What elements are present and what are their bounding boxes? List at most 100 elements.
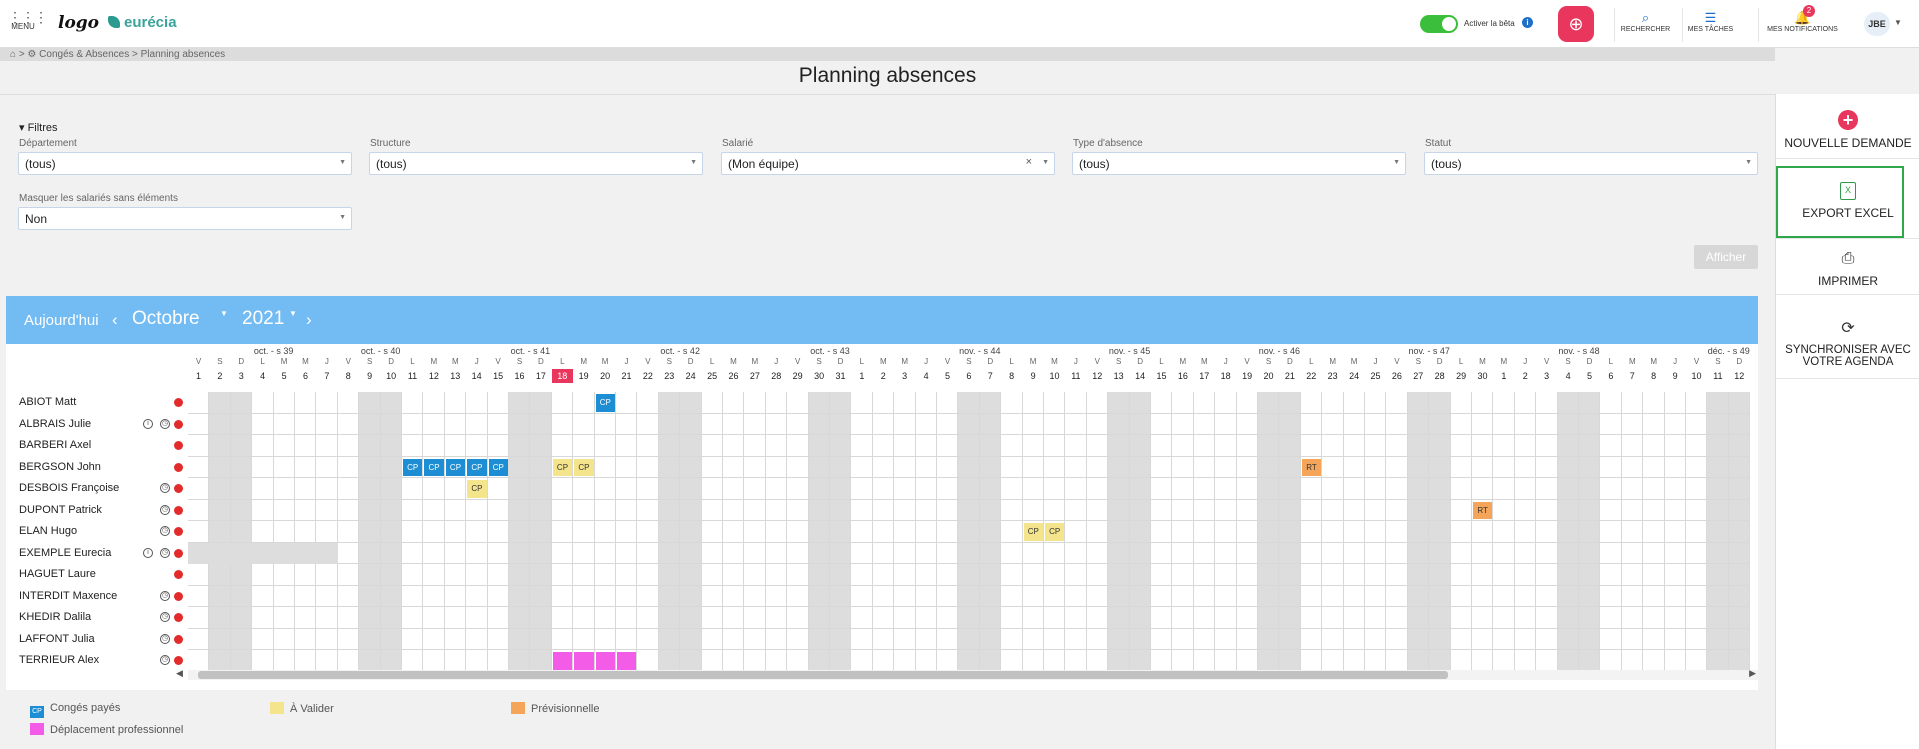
day-cell[interactable] — [1365, 564, 1387, 586]
day-cell[interactable] — [1108, 607, 1130, 629]
day-cell[interactable] — [1429, 521, 1451, 543]
day-cell[interactable] — [723, 564, 745, 586]
day-cell[interactable] — [273, 628, 295, 650]
employee-name[interactable]: BARBERI Axel — [19, 439, 91, 451]
day-cell[interactable] — [765, 413, 788, 435]
day-cell[interactable] — [851, 478, 873, 500]
day-cell[interactable] — [295, 478, 317, 500]
day-cell[interactable] — [1044, 499, 1066, 521]
day-cell[interactable] — [1172, 564, 1194, 586]
day-cell[interactable] — [1279, 478, 1301, 500]
day-cell[interactable] — [1365, 392, 1387, 414]
day-cell[interactable] — [573, 499, 595, 521]
day-cell[interactable] — [1258, 607, 1280, 629]
day-cell[interactable] — [230, 607, 253, 629]
day-cell[interactable] — [1172, 413, 1194, 435]
day-cell[interactable] — [680, 392, 702, 414]
day-cell[interactable] — [1300, 499, 1323, 521]
day-cell[interactable] — [209, 499, 231, 521]
day-cell[interactable] — [958, 435, 980, 457]
day-cell[interactable] — [573, 435, 595, 457]
day-cell[interactable] — [380, 628, 402, 650]
day-cell[interactable] — [1086, 413, 1109, 435]
day-cell[interactable] — [1300, 607, 1323, 629]
day-cell[interactable] — [1258, 392, 1280, 414]
day-cell[interactable] — [337, 564, 360, 586]
day-cell[interactable] — [787, 392, 809, 414]
day-cell[interactable] — [380, 564, 402, 586]
day-cell[interactable] — [487, 585, 509, 607]
day-cell[interactable] — [1728, 628, 1751, 650]
employee-name[interactable]: TERRIEUR Alex — [19, 654, 99, 666]
day-cell[interactable] — [1429, 456, 1451, 478]
day-cell[interactable] — [1129, 478, 1151, 500]
day-cell[interactable] — [1707, 585, 1729, 607]
absence-cp[interactable]: CP — [445, 458, 466, 476]
day-cell[interactable] — [1514, 413, 1537, 435]
day-cell[interactable] — [252, 650, 274, 672]
day-cell[interactable] — [787, 435, 809, 457]
day-cell[interactable] — [1514, 585, 1537, 607]
day-cell[interactable] — [658, 607, 681, 629]
day-cell[interactable] — [316, 564, 338, 586]
day-cell[interactable] — [1086, 650, 1109, 672]
day-cell[interactable] — [252, 392, 274, 414]
day-cell[interactable] — [915, 521, 937, 543]
day-cell[interactable] — [1322, 650, 1344, 672]
day-cell[interactable] — [466, 585, 488, 607]
day-cell[interactable] — [1600, 435, 1622, 457]
day-cell[interactable] — [680, 585, 702, 607]
day-cell[interactable] — [1707, 435, 1729, 457]
day-cell[interactable] — [637, 564, 659, 586]
day-cell[interactable] — [1236, 392, 1258, 414]
day-cell[interactable] — [979, 521, 1002, 543]
day-cell[interactable] — [680, 413, 702, 435]
day-cell[interactable] — [1472, 628, 1494, 650]
day-cell[interactable] — [188, 650, 210, 672]
day-cell[interactable] — [1172, 542, 1194, 564]
day-cell[interactable] — [1643, 521, 1665, 543]
day-cell[interactable] — [1001, 585, 1023, 607]
scroll-right-icon[interactable]: ▶ — [1749, 668, 1756, 679]
day-cell[interactable] — [1664, 650, 1686, 672]
day-cell[interactable] — [1386, 435, 1408, 457]
day-cell[interactable] — [765, 478, 788, 500]
info-icon[interactable]: i — [143, 547, 153, 558]
clock-icon[interactable]: ◷ — [160, 590, 170, 601]
day-cell[interactable] — [1108, 564, 1130, 586]
day-cell[interactable] — [573, 628, 595, 650]
day-cell[interactable] — [209, 435, 231, 457]
day-cell[interactable] — [1151, 521, 1173, 543]
day-cell[interactable] — [1472, 585, 1494, 607]
day-cell[interactable] — [1429, 585, 1451, 607]
day-cell[interactable] — [1044, 650, 1066, 672]
day-cell[interactable] — [273, 607, 295, 629]
day-cell[interactable] — [1108, 413, 1130, 435]
scroll-thumb[interactable] — [198, 671, 1448, 679]
day-cell[interactable] — [1044, 542, 1066, 564]
day-cell[interactable] — [1044, 413, 1066, 435]
day-cell[interactable] — [1621, 392, 1644, 414]
day-cell[interactable] — [1151, 542, 1173, 564]
absence-cp[interactable]: CP — [595, 394, 615, 412]
day-cell[interactable] — [851, 413, 873, 435]
day-cell[interactable] — [273, 435, 295, 457]
day-cell[interactable] — [1001, 542, 1023, 564]
day-cell[interactable] — [979, 413, 1002, 435]
day-cell[interactable] — [1450, 607, 1472, 629]
day-cell[interactable] — [808, 585, 830, 607]
day-cell[interactable] — [937, 650, 959, 672]
day-cell[interactable] — [637, 499, 659, 521]
day-cell[interactable] — [915, 628, 937, 650]
day-cell[interactable] — [551, 478, 574, 500]
day-cell[interactable] — [1493, 650, 1515, 672]
day-cell[interactable] — [1129, 521, 1151, 543]
day-cell[interactable] — [1728, 478, 1751, 500]
day-cell[interactable] — [487, 650, 509, 672]
day-cell[interactable] — [380, 650, 402, 672]
day-cell[interactable] — [230, 435, 253, 457]
day-cell[interactable] — [509, 456, 531, 478]
day-cell[interactable] — [765, 542, 788, 564]
day-cell[interactable] — [1386, 564, 1408, 586]
day-cell[interactable] — [787, 628, 809, 650]
